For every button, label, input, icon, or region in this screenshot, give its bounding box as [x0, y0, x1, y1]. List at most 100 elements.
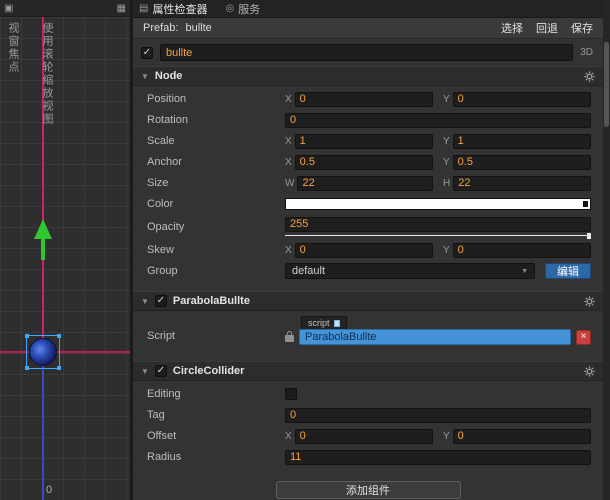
scale-y-input[interactable] — [452, 133, 591, 149]
gear-icon — [584, 70, 595, 82]
group-row: Group default ▼ 编辑 — [133, 261, 603, 281]
node-name-row: ✓ 3D — [133, 39, 603, 66]
scene-hint-zoom: 使用滚轮缩放视图 — [41, 22, 53, 126]
panel-icon[interactable]: ▣ — [4, 3, 13, 14]
scene-view-panel: ▣ ▦ 视窗焦点 使用滚轮缩放视图 0 — [0, 0, 130, 500]
close-icon: × — [580, 331, 587, 342]
script-label: Script — [147, 330, 176, 342]
color-row: Color — [133, 194, 603, 214]
y-axis-line-lower — [42, 353, 44, 500]
selection-handle[interactable] — [57, 366, 61, 370]
opacity-label: Opacity — [147, 221, 185, 233]
tag-input[interactable] — [285, 407, 591, 423]
position-row: Position X Y — [133, 89, 603, 109]
check-icon: ✓ — [156, 295, 166, 306]
tab-services-label: 服务 — [238, 3, 261, 16]
anchor-row: Anchor X Y — [133, 152, 603, 172]
offset-x-input[interactable] — [294, 428, 433, 444]
opacity-row: Opacity — [133, 215, 603, 239]
position-y-input[interactable] — [452, 91, 591, 107]
collider-section-header[interactable]: ▼ ✓ CircleCollider — [133, 361, 603, 381]
editing-row: Editing — [133, 384, 603, 404]
gear-icon — [584, 295, 595, 307]
panel-splitter[interactable] — [130, 0, 133, 500]
opacity-input[interactable] — [285, 216, 591, 232]
script-reference-field[interactable]: ParabolaBullte — [299, 329, 571, 345]
offset-y-input[interactable] — [452, 428, 591, 444]
add-component-button[interactable]: 添加组件 — [275, 481, 461, 499]
move-gizmo-stem[interactable] — [41, 239, 45, 260]
prefab-revert-button[interactable]: 回退 — [536, 20, 558, 36]
group-dropdown[interactable]: default ▼ — [285, 263, 535, 279]
cocos-editor-window: ▣ ▦ 视窗焦点 使用滚轮缩放视图 0 ▤ 属性检查器 ◎ 服务 Prefab:… — [0, 0, 610, 500]
services-tab-icon: ◎ — [225, 3, 235, 14]
selection-handle[interactable] — [25, 366, 29, 370]
tab-property-inspector[interactable]: ▤ 属性检查器 — [139, 1, 207, 17]
rotation-label: Rotation — [147, 114, 188, 126]
x-axis-label: X — [285, 244, 292, 256]
parabola-enabled-checkbox[interactable]: ✓ — [154, 295, 167, 307]
prefab-save-button[interactable]: 保存 — [571, 20, 593, 36]
opacity-slider-handle[interactable] — [587, 232, 591, 239]
collapse-triangle-icon[interactable]: ▼ — [141, 297, 149, 306]
scrollbar-thumb[interactable] — [604, 42, 609, 127]
collapse-triangle-icon[interactable]: ▼ — [141, 72, 149, 81]
inspector-tabbar: ▤ 属性检查器 ◎ 服务 — [133, 0, 603, 18]
scene-hint-focus: 视窗焦点 — [7, 22, 19, 74]
grid-icon[interactable]: ▦ — [117, 3, 126, 14]
size-w-input[interactable] — [297, 175, 433, 191]
tag-row: Tag — [133, 405, 603, 425]
selection-handle[interactable] — [57, 334, 61, 338]
y-axis-label: Y — [443, 93, 450, 105]
height-axis-label: H — [443, 177, 451, 189]
prefab-bar: Prefab: bullte 选择 回退 保存 — [133, 18, 603, 39]
size-h-input[interactable] — [453, 175, 591, 191]
anchor-y-input[interactable] — [452, 154, 591, 170]
remove-component-button[interactable]: × — [576, 329, 591, 345]
skew-x-input[interactable] — [294, 242, 433, 258]
position-label: Position — [147, 93, 187, 105]
rotation-input[interactable] — [285, 112, 591, 128]
node-section-header[interactable]: ▼ Node — [133, 66, 603, 86]
width-axis-label: W — [285, 177, 295, 189]
editing-checkbox[interactable] — [285, 388, 297, 400]
move-gizmo-arrow-icon[interactable] — [34, 219, 52, 239]
group-dropdown-value: default — [292, 265, 326, 277]
radius-input[interactable] — [285, 449, 591, 465]
scene-canvas[interactable] — [0, 17, 130, 500]
prefab-select-button[interactable]: 选择 — [501, 20, 523, 36]
scale-x-input[interactable] — [294, 133, 433, 149]
x-axis-label: X — [285, 93, 292, 105]
color-swatch[interactable] — [285, 198, 591, 210]
y-axis-label: Y — [443, 156, 450, 168]
node-name-input[interactable] — [160, 44, 574, 61]
position-x-input[interactable] — [294, 91, 433, 107]
inspector-scrollbar[interactable] — [603, 0, 610, 500]
collapse-triangle-icon[interactable]: ▼ — [141, 367, 149, 376]
parabola-bullte-section: ▼ ✓ ParabolaBullte Script script Parabol… — [133, 291, 603, 351]
node-active-checkbox[interactable]: ✓ — [141, 46, 153, 59]
size-row: Size W H — [133, 173, 603, 193]
check-icon: ✓ — [142, 46, 152, 58]
parabola-section-header[interactable]: ▼ ✓ ParabolaBullte — [133, 291, 603, 311]
y-axis-label: Y — [443, 430, 450, 442]
anchor-x-input[interactable] — [294, 154, 433, 170]
node-selection-box — [25, 334, 61, 370]
group-edit-button[interactable]: 编辑 — [545, 263, 591, 279]
selection-handle[interactable] — [25, 334, 29, 338]
script-badge-label: script — [308, 318, 330, 328]
collider-enabled-checkbox[interactable]: ✓ — [154, 365, 167, 377]
lock-icon[interactable] — [285, 330, 294, 342]
opacity-slider[interactable] — [285, 232, 591, 239]
skew-y-input[interactable] — [452, 242, 591, 258]
tag-label: Tag — [147, 409, 165, 421]
collider-gear-button[interactable] — [584, 365, 595, 377]
tab-services[interactable]: ◎ 服务 — [225, 1, 260, 17]
mode-3d-toggle[interactable]: 3D — [580, 47, 593, 58]
check-icon: ✓ — [156, 365, 166, 376]
script-row: Script script ParabolaBullte × — [133, 314, 603, 351]
parabola-section-title: ParabolaBullte — [172, 295, 250, 307]
parabola-gear-button[interactable] — [584, 295, 595, 307]
node-gear-button[interactable] — [584, 70, 595, 82]
y-axis-label: Y — [443, 244, 450, 256]
